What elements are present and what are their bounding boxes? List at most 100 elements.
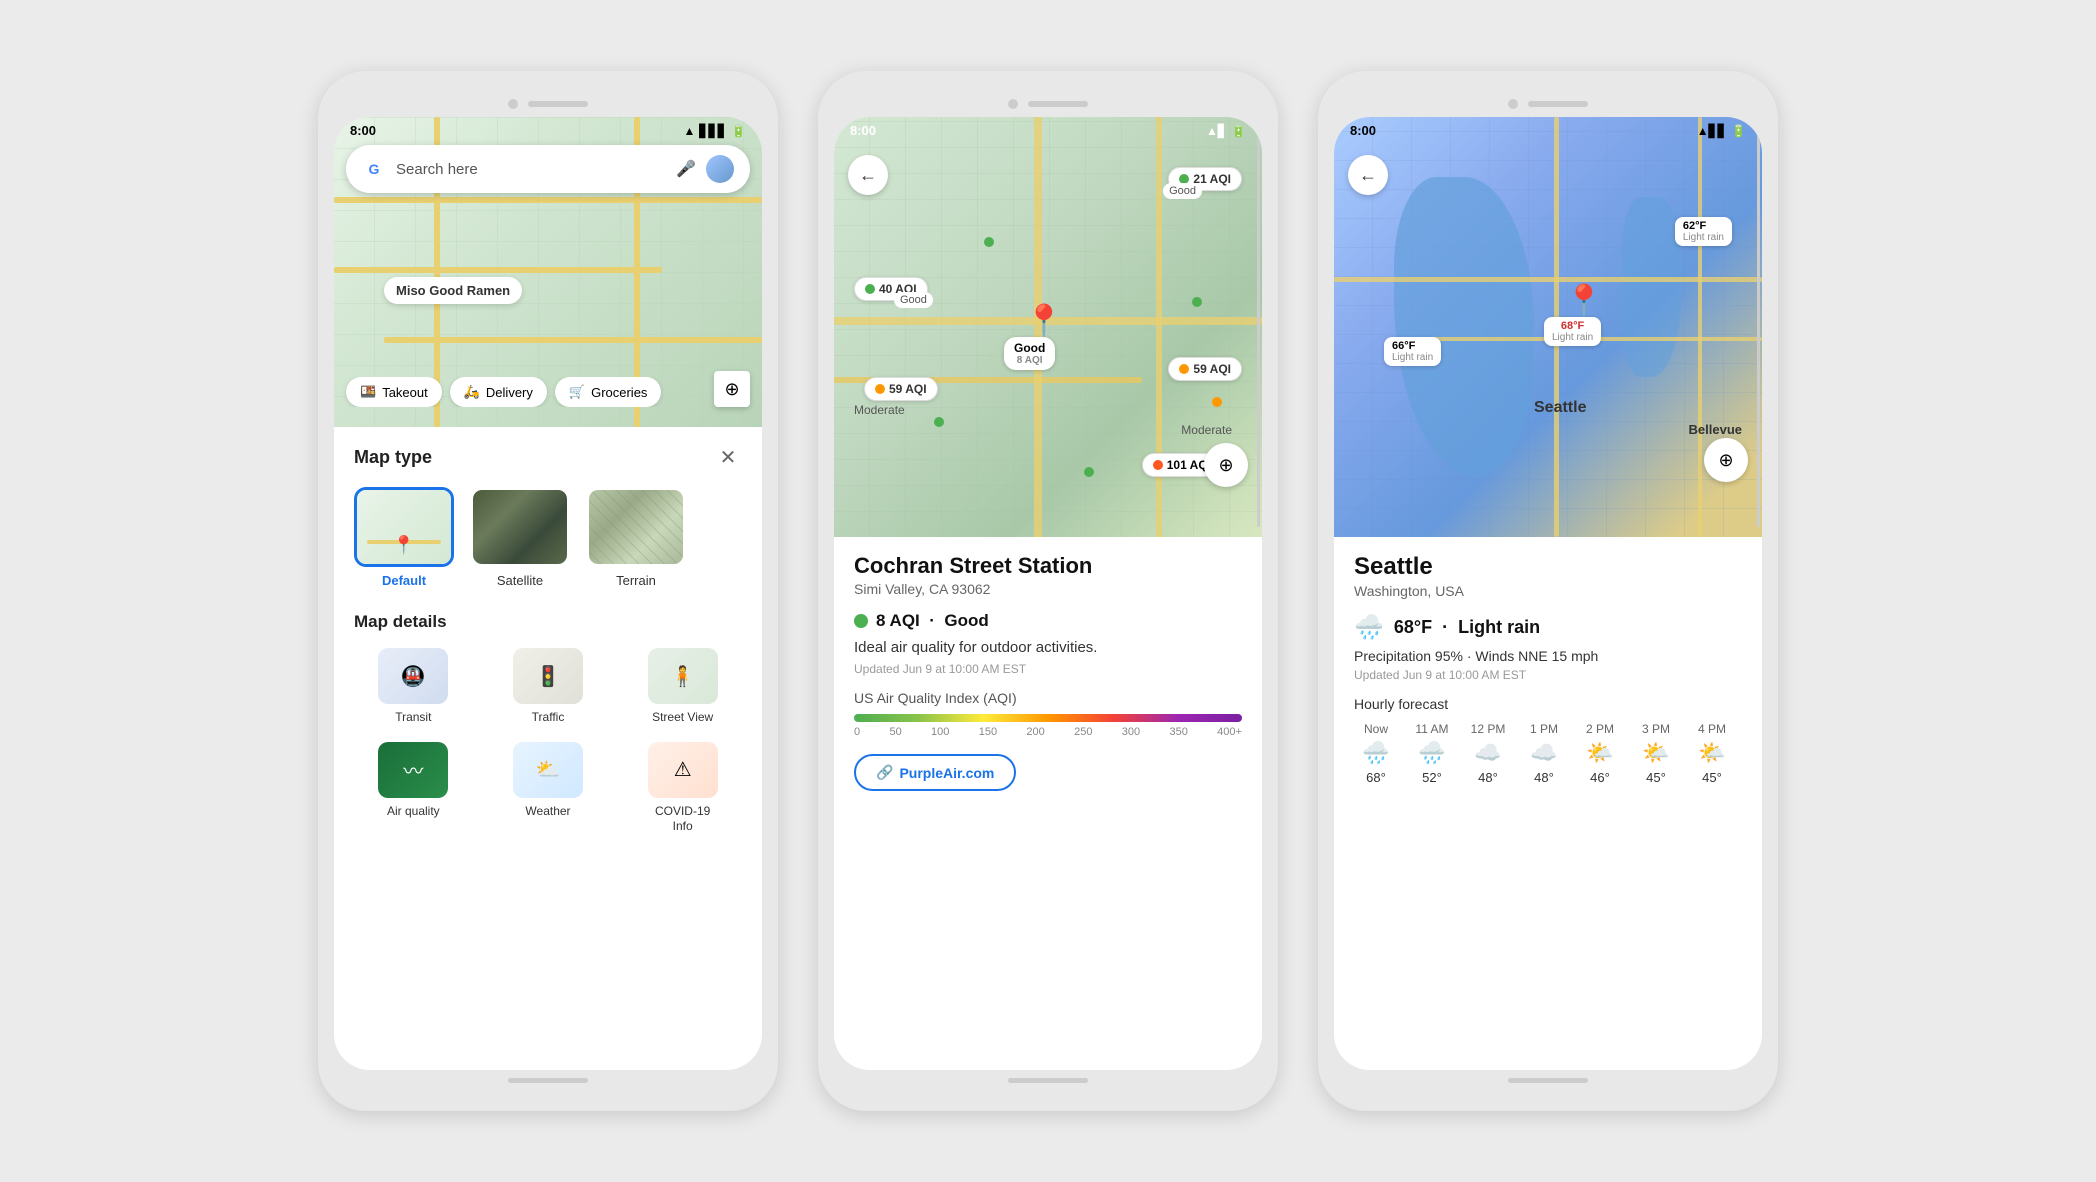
phone-1-map: 8:00 ▲ ▋▋▋ 🔋 G Search here 🎤 [334, 117, 762, 427]
weather-desc: Light rain [1458, 617, 1540, 637]
takeout-chip[interactable]: 🍱 Takeout [346, 377, 442, 407]
weather-temp-desc: 68°F · Light rain [1394, 617, 1540, 638]
wifi-icon-3: ▲▋▋ [1697, 124, 1727, 138]
good-main-label: Good 8 AQI [1004, 337, 1055, 370]
traffic-icon: 🚦 [536, 664, 561, 689]
hourly-4pm-temp: 45° [1702, 770, 1722, 785]
delivery-label: Delivery [486, 385, 533, 400]
purpleair-link[interactable]: 🔗 PurpleAir.com [854, 754, 1016, 791]
aqi-label-350: 350 [1169, 726, 1187, 738]
phone-3-time: 8:00 [1350, 123, 1376, 138]
detail-covid[interactable]: ⚠ COVID-19 Info [623, 742, 742, 835]
detail-air-quality[interactable]: 〰 Air quality [354, 742, 473, 835]
map-type-default[interactable]: 📍 Default [354, 487, 454, 588]
aqi-good-1: Good [1163, 183, 1202, 199]
search-bar[interactable]: G Search here 🎤 [346, 145, 750, 193]
traffic-label: Traffic [532, 710, 565, 726]
hourly-3pm-icon: 🌤️ [1642, 740, 1669, 766]
hourly-2pm-icon: 🌤️ [1586, 740, 1613, 766]
transit-icon: 🚇 [401, 664, 426, 689]
detail-transit[interactable]: 🚇 Transit [354, 648, 473, 726]
phone-3-home-bar [1508, 1078, 1588, 1083]
phone-1-home-bar [508, 1078, 588, 1083]
moderate-label-2: Moderate [1181, 423, 1232, 437]
hourly-11am-temp: 52° [1422, 770, 1442, 785]
covid-icon-box: ⚠ [648, 742, 718, 798]
city-title: Seattle [1354, 553, 1742, 581]
main-aqi-pin: 📍 [1024, 302, 1064, 340]
aqi-value: 8 AQI [876, 611, 920, 630]
hourly-2pm-time: 2 PM [1586, 722, 1614, 736]
map-type-satellite[interactable]: Satellite [470, 487, 570, 588]
back-arrow-icon-3: ← [1359, 165, 1377, 186]
city-subtitle: Washington, USA [1354, 583, 1742, 599]
terrain-thumb [586, 487, 686, 567]
air-quality-icon-box: 〰 [378, 742, 448, 798]
phone-1-time: 8:00 [350, 123, 376, 138]
phone-1: 8:00 ▲ ▋▋▋ 🔋 G Search here 🎤 [318, 71, 778, 1111]
aqi-label-0: 0 [854, 726, 860, 738]
aqi-label-50: 50 [889, 726, 901, 738]
hourly-12pm: 12 PM ☁️ 48° [1466, 722, 1510, 785]
hourly-now: Now 🌧️ 68° [1354, 722, 1398, 785]
weather-temp: 68°F [1394, 617, 1432, 637]
phone-3-content: 8:00 ▲▋▋ 🔋 ← 62°F Light rain [1334, 117, 1762, 1070]
lake-washington [1622, 197, 1682, 377]
detail-street-view[interactable]: 🧍 Street View [623, 648, 742, 726]
aqi-description: Ideal air quality for outdoor activities… [854, 639, 1242, 656]
user-avatar[interactable] [706, 155, 734, 183]
phone-1-camera [508, 99, 518, 109]
map-details-grid: 🚇 Transit 🚦 Traffic 🧍 [354, 648, 742, 835]
detail-weather[interactable]: ⛅ Weather [489, 742, 608, 835]
phone-1-speaker [528, 101, 588, 107]
air-quality-label: Air quality [387, 804, 440, 820]
aqi-info-panel: Cochran Street Station Simi Valley, CA 9… [834, 537, 1262, 1070]
detail-traffic[interactable]: 🚦 Traffic [489, 648, 608, 726]
moderate-label-1: Moderate [854, 403, 905, 417]
aqi-scale-labels: 0 50 100 150 200 250 300 350 400+ [854, 726, 1242, 738]
aqi-label-400: 400+ [1217, 726, 1242, 738]
location-button-3[interactable]: ⊕ [1704, 438, 1748, 482]
map-place-label: Miso Good Ramen [384, 277, 522, 304]
delivery-icon: 🛵 [464, 384, 480, 400]
phone-3-bottom-bar [1334, 1070, 1762, 1095]
screenshot-container: 8:00 ▲ ▋▋▋ 🔋 G Search here 🎤 [0, 0, 2096, 1182]
groceries-chip[interactable]: 🛒 Groceries [555, 377, 662, 407]
map-details-title: Map details [354, 612, 742, 632]
search-placeholder-text: Search here [396, 161, 666, 178]
battery-icon-2: 🔋 [1231, 124, 1246, 138]
hourly-1pm-temp: 48° [1534, 770, 1554, 785]
layers-button[interactable]: ⊕ [714, 371, 750, 407]
phone-2-status-icons: ▲▋ 🔋 [1206, 124, 1246, 138]
aqi-dot-101 [1153, 460, 1163, 470]
hourly-3pm-time: 3 PM [1642, 722, 1670, 736]
battery-icon-3: 🔋 [1731, 124, 1746, 138]
aqi-quality: Good [944, 611, 988, 630]
hourly-11am: 11 AM 🌧️ 52° [1410, 722, 1454, 785]
location-button-2[interactable]: ⊕ [1204, 443, 1248, 487]
default-label: Default [382, 573, 426, 588]
weather-map: 8:00 ▲▋▋ 🔋 ← 62°F Light rain [1334, 117, 1762, 537]
hourly-2pm: 2 PM 🌤️ 46° [1578, 722, 1622, 785]
back-button-2[interactable]: ← [848, 155, 888, 195]
back-button-3[interactable]: ← [1348, 155, 1388, 195]
aqi-label-250: 250 [1074, 726, 1092, 738]
external-link-icon: 🔗 [876, 764, 893, 781]
aqi-dot-59-right [1179, 364, 1189, 374]
phone-2-status-bar: 8:00 ▲▋ 🔋 [834, 117, 1262, 144]
rain-icon: 🌧️ [1354, 613, 1384, 642]
phone-2-top-bar [834, 87, 1262, 117]
google-logo: G [362, 157, 386, 181]
weather-label: Weather [525, 804, 570, 820]
aqi-label-300: 300 [1122, 726, 1140, 738]
phone-2-time: 8:00 [850, 123, 876, 138]
phone-1-top-bar [334, 87, 762, 117]
satellite-thumb [470, 487, 570, 567]
map-type-terrain[interactable]: Terrain [586, 487, 686, 588]
close-button[interactable]: ✕ [714, 443, 742, 471]
phone-3-status-icons: ▲▋▋ 🔋 [1697, 124, 1746, 138]
phone-3-camera [1508, 99, 1518, 109]
delivery-chip[interactable]: 🛵 Delivery [450, 377, 547, 407]
groceries-label: Groceries [591, 385, 647, 400]
weather-icon-box: ⛅ [513, 742, 583, 798]
